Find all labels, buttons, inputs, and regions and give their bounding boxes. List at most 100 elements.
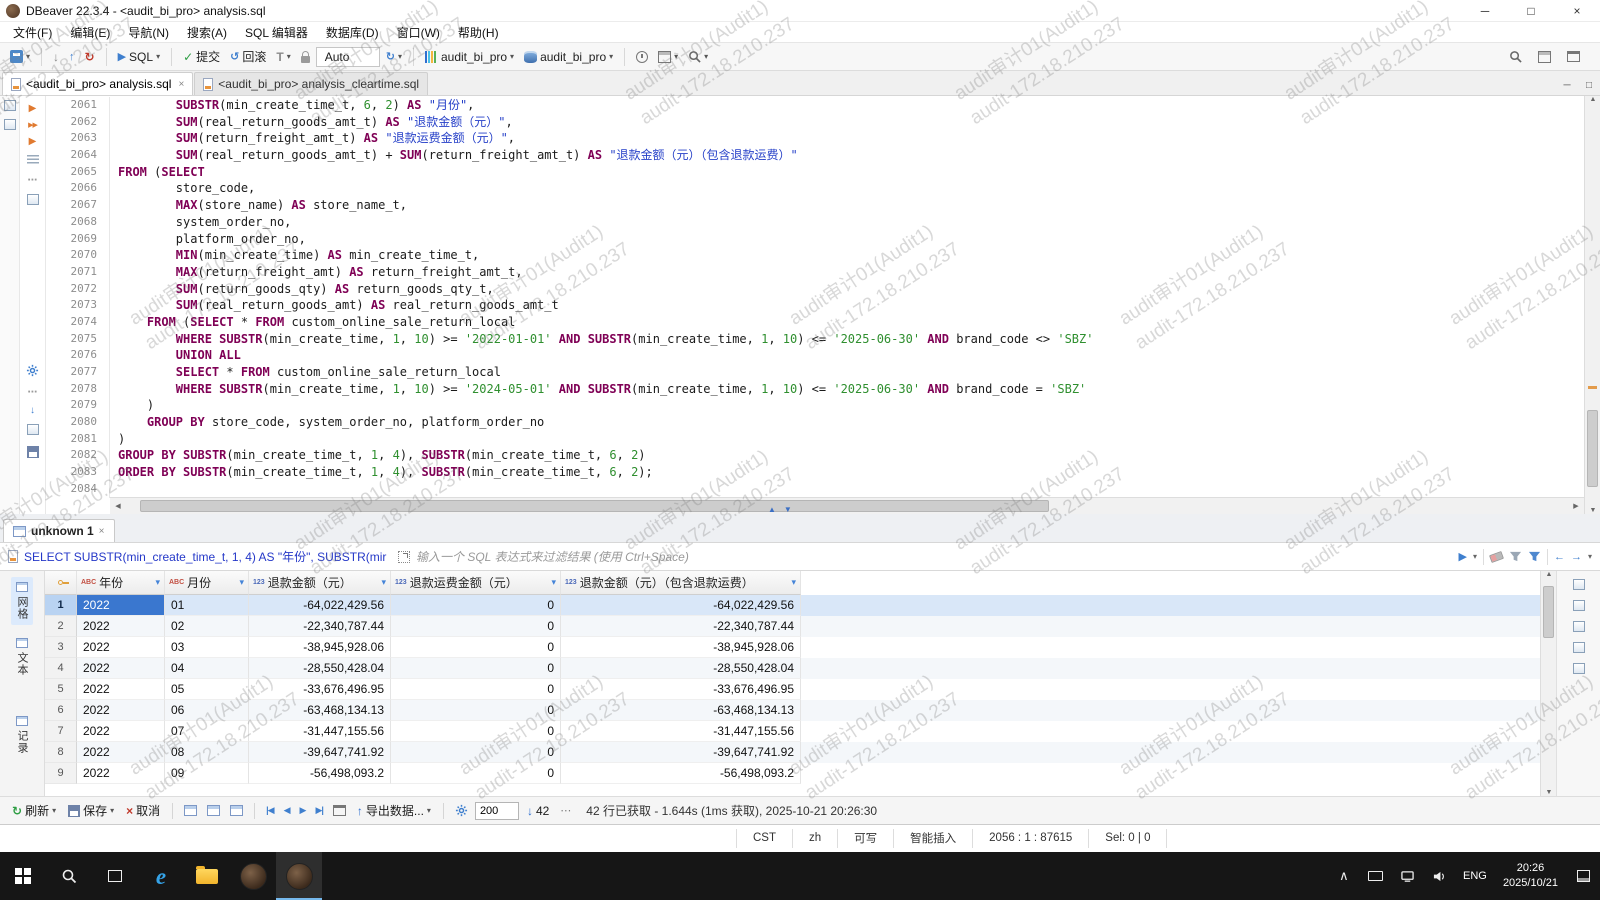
toggle-panel-icon[interactable] [27, 194, 39, 208]
edit-filter-icon[interactable] [1509, 550, 1522, 563]
export-result-icon[interactable]: ↓ [30, 406, 35, 416]
filter-input[interactable] [416, 547, 1453, 567]
search-metadata-button[interactable]: ▾ [684, 47, 712, 66]
grid-cell[interactable]: 2022 [77, 721, 165, 742]
grid-cell[interactable]: -31,447,155.56 [249, 721, 391, 742]
dbeaver-active-window-button[interactable] [276, 852, 322, 900]
grid-cell[interactable]: -33,676,496.95 [249, 679, 391, 700]
connection-combo[interactable]: audit_bi_pro▾ [421, 47, 518, 67]
grid-cell[interactable]: -63,468,134.13 [249, 700, 391, 721]
grid-cell[interactable]: -22,340,787.44 [249, 616, 391, 637]
grid-cell[interactable]: 0 [391, 763, 561, 784]
grid-cell[interactable]: 0 [391, 700, 561, 721]
row-number[interactable]: 1 [45, 595, 77, 616]
column-menu-icon[interactable]: ▾ [791, 577, 796, 588]
maximize-editor-icon[interactable]: □ [1578, 80, 1600, 95]
schema-combo[interactable]: audit_bi_pro▾ [520, 47, 617, 67]
restore-panel-icon[interactable] [4, 100, 16, 111]
filter-dropdown-icon[interactable]: ▾ [1473, 552, 1477, 561]
commit-button[interactable]: ✓提交 [179, 45, 224, 68]
maximize-button[interactable]: □ [1508, 0, 1554, 21]
grid-cell[interactable]: 0 [391, 679, 561, 700]
grid-cell[interactable]: 2022 [77, 763, 165, 784]
menu-navigate[interactable]: 导航(N) [119, 22, 178, 43]
network-icon[interactable] [1393, 870, 1423, 883]
presentation-tab-grid[interactable]: 网格 [11, 577, 33, 625]
execute-new-tab-icon[interactable]: ▶ [29, 137, 37, 147]
row-number[interactable]: 3 [45, 637, 77, 658]
network-profile-button[interactable]: ▾ [654, 48, 682, 66]
erase-filter-icon[interactable] [1490, 553, 1503, 561]
fetch-all-button[interactable]: ↓42 [523, 802, 553, 820]
grid-cell[interactable]: 2022 [77, 742, 165, 763]
refresh-button[interactable]: ↻刷新▾ [8, 800, 60, 821]
transaction-filter-button[interactable]: T▾ [272, 47, 294, 67]
grid-cell[interactable]: -39,647,741.92 [561, 742, 801, 763]
edge-browser-button[interactable]: e [138, 852, 184, 900]
column-header-3[interactable]: 123退款金额（元）▾ [249, 571, 391, 595]
tray-expand-icon[interactable]: ∧ [1329, 868, 1359, 884]
menu-help[interactable]: 帮助(H) [449, 22, 508, 43]
editor-tab-analysis-cleartime[interactable]: <audit_bi_pro> analysis_cleartime.sql [194, 72, 428, 95]
result-tab-close-icon[interactable]: × [99, 526, 105, 537]
menu-file[interactable]: 文件(F) [4, 22, 61, 43]
prev-row-icon[interactable]: ◀ [281, 803, 293, 818]
grid-settings-icon[interactable] [452, 802, 471, 819]
references-panel-icon[interactable] [1573, 663, 1585, 674]
grid-cell[interactable]: 2022 [77, 679, 165, 700]
new-connection-button[interactable]: ▾ [6, 47, 34, 66]
touch-keyboard-icon[interactable] [1361, 871, 1391, 881]
start-button[interactable] [0, 852, 46, 900]
grid-cell[interactable]: 2022 [77, 658, 165, 679]
editor-hscrollbar[interactable]: ◀ ▶ [110, 497, 1584, 514]
row-number[interactable]: 5 [45, 679, 77, 700]
column-menu-icon[interactable]: ▾ [155, 577, 160, 588]
editor-tab-analysis[interactable]: <audit_bi_pro> analysis.sql × [2, 72, 193, 95]
add-row-icon[interactable] [181, 803, 200, 818]
row-number[interactable]: 6 [45, 700, 77, 721]
row-number[interactable]: 8 [45, 742, 77, 763]
hscroll-thumb[interactable] [140, 500, 1048, 512]
grid-cell[interactable]: -38,945,928.06 [249, 637, 391, 658]
next-row-icon[interactable]: ▶ [297, 803, 309, 818]
grid-vscroll-track[interactable] [1541, 578, 1556, 789]
metadata-panel-icon[interactable] [1573, 642, 1585, 653]
grid-cell[interactable]: 03 [165, 637, 249, 658]
transaction-monitor-button[interactable] [632, 48, 652, 66]
save-button[interactable]: 保存▾ [64, 800, 118, 821]
sash-up-icon[interactable]: ▲ [768, 505, 776, 514]
minimize-editor-icon[interactable]: ─ [1556, 80, 1578, 95]
presentation-tab-text[interactable]: 文本 [11, 633, 33, 681]
more-icon[interactable]: ⋯ [557, 802, 574, 819]
last-row-icon[interactable]: ▶| [312, 803, 325, 818]
grid-vscrollbar[interactable]: ▲ ▼ [1540, 571, 1556, 796]
more-actions-icon-2[interactable]: ⋯ [28, 388, 38, 398]
vscroll-thumb[interactable] [1587, 410, 1598, 487]
close-button[interactable]: × [1554, 0, 1600, 21]
grid-vscroll-thumb[interactable] [1543, 586, 1554, 638]
fetch-size-input[interactable] [475, 802, 519, 820]
quick-search-button[interactable] [1505, 47, 1526, 66]
grid-cell[interactable]: 2022 [77, 616, 165, 637]
open-sql-script-button[interactable]: ↑ [65, 48, 79, 66]
calc-panel-icon[interactable] [1573, 600, 1585, 611]
grid-cell[interactable]: 01 [165, 595, 249, 616]
perspective-button[interactable] [1534, 48, 1555, 66]
grid-cell[interactable]: 0 [391, 595, 561, 616]
new-sql-editor-button[interactable]: ↓ [49, 47, 63, 67]
taskbar-clock[interactable]: 20:26 2025/10/21 [1495, 861, 1566, 891]
grid-cell[interactable]: 06 [165, 700, 249, 721]
filter-history-dropdown-icon[interactable]: ▾ [1588, 552, 1592, 561]
save-icon[interactable] [27, 446, 39, 461]
row-number[interactable]: 4 [45, 658, 77, 679]
grid-cell[interactable]: -63,468,134.13 [561, 700, 801, 721]
scroll-right-icon[interactable]: ▶ [1568, 502, 1584, 510]
apply-filter-icon[interactable]: ▶ [1459, 550, 1467, 563]
scroll-up-icon[interactable]: ▲ [1585, 96, 1600, 103]
column-header-2[interactable]: ABC月份▾ [165, 571, 249, 595]
cancel-button[interactable]: ×取消 [122, 800, 164, 821]
column-menu-icon[interactable]: ▾ [239, 577, 244, 588]
task-view-button[interactable] [92, 852, 138, 900]
grid-cell[interactable]: 07 [165, 721, 249, 742]
execute-script-icon[interactable]: ▶▶ [28, 122, 37, 129]
